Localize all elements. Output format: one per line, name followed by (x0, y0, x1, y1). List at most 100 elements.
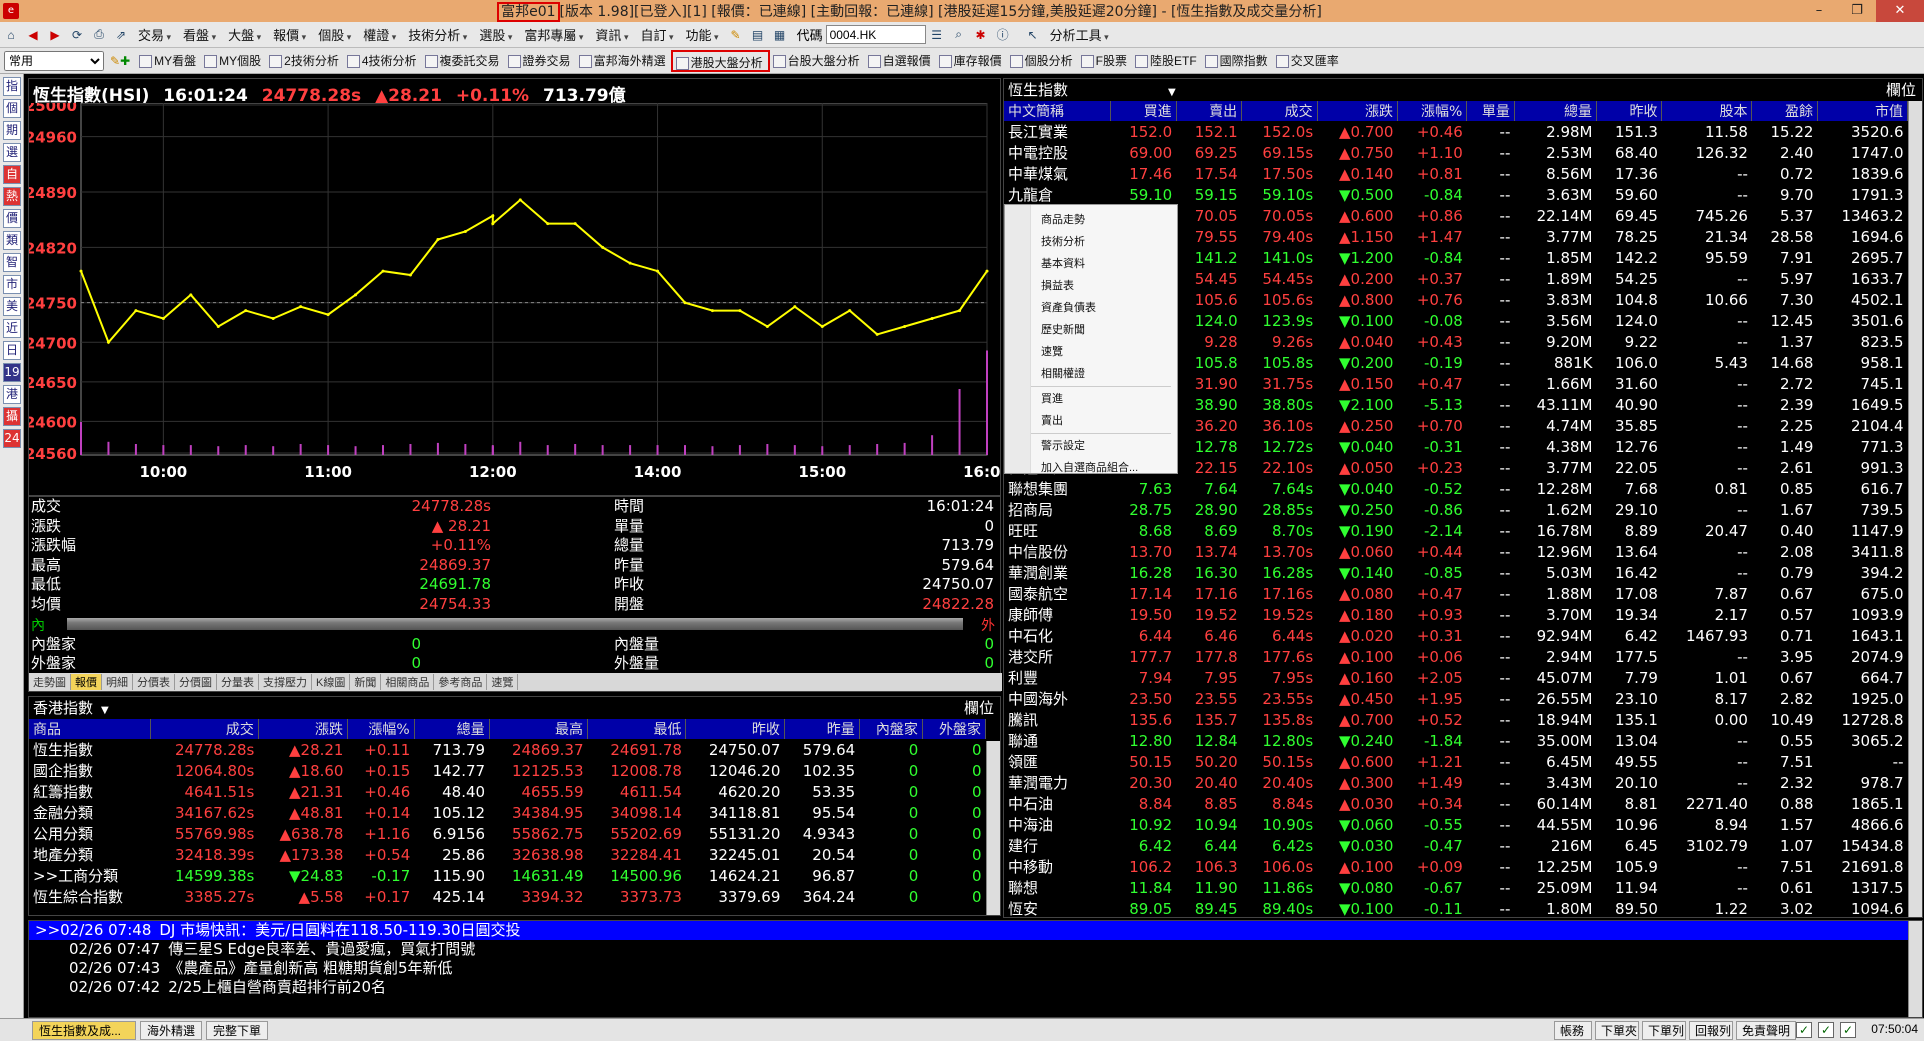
search-icon[interactable]: ⌕ (950, 26, 968, 44)
table-row[interactable]: 建行 6.42 6.44 6.42s ▼0.030 -0.47 -- 216M 6.45 3102… (1004, 835, 1908, 856)
table-row[interactable]: 恆安 89.05 89.45 89.40s ▼0.100 -0.11 -- 1.80M 89.5… (1004, 898, 1908, 919)
menu-item-6[interactable]: 技術分析 (402, 25, 473, 44)
table-row[interactable]: 長江實業 152.0 152.1 152.0s ▲0.700 +0.46 -- 2.98M 15… (1004, 121, 1908, 142)
menu-item-8[interactable]: 富邦專屬 (518, 25, 589, 44)
hsi-table-scrollbar[interactable] (1908, 101, 1922, 917)
menu-item-0[interactable]: 交易 (132, 25, 177, 44)
table-row[interactable]: 公用分類 55769.98s ▲638.78 +1.16 6.9156 55862.75 5… (29, 823, 986, 844)
column-header[interactable]: 最低 (587, 719, 687, 739)
left-nav-item-1[interactable]: 個 (3, 99, 21, 118)
print-icon[interactable]: ⎙ (90, 26, 108, 44)
menu-item-2[interactable]: 大盤 (222, 25, 267, 44)
status-button-0[interactable]: 帳務 (1554, 1021, 1592, 1040)
news-item[interactable]: 02/26 07:43 《農產品》產量創新高 粗糖期貨創5年新低 (29, 959, 1922, 978)
column-header[interactable]: 外盤家 (922, 719, 987, 739)
quick-button-8[interactable]: 台股大盤分析 (770, 50, 865, 72)
column-header[interactable]: 成交 (150, 719, 259, 739)
column-header[interactable]: 賣出 (1176, 101, 1243, 121)
table-row[interactable]: 中石油 8.84 8.85 8.84s ▲0.030 +0.34 -- 60.14M 8.81 2… (1004, 793, 1908, 814)
quote-icon[interactable]: ☰ (928, 26, 946, 44)
column-header[interactable]: 內盤家 (859, 719, 923, 739)
news-item[interactable]: >>02/26 07:48 DJ 市場快訊：美元/日圓料在118.50-119.3… (29, 921, 1922, 940)
table-row[interactable]: 國泰航空 17.14 17.16 17.16s ▲0.080 +0.47 -- 1.88M 17… (1004, 583, 1908, 604)
column-header[interactable]: 單量 (1466, 101, 1515, 121)
column-header[interactable]: 成交 (1241, 101, 1318, 121)
back-icon[interactable]: ◀ (24, 26, 42, 44)
dropdown-icon[interactable]: ▼ (1168, 87, 1176, 98)
news-item[interactable]: 02/26 07:47 傳三星S Edge良率差、貴過愛瘋，買氣打問號 (29, 940, 1922, 959)
status-button-1[interactable]: 下單夾 (1595, 1021, 1639, 1040)
quick-button-9[interactable]: 自選報價 (865, 50, 936, 72)
quick-button-13[interactable]: 陸股ETF (1132, 50, 1202, 72)
table-row[interactable]: 金融分類 34167.62s ▲48.81 +0.14 105.12 34384.95 34… (29, 802, 986, 823)
quick-button-10[interactable]: 庫存報價 (936, 50, 1007, 72)
table-row[interactable]: 招商局 28.75 28.90 28.85s ▼0.250 -0.86 -- 1.62M 29.… (1004, 499, 1908, 520)
maximize-button[interactable]: ❐ (1838, 0, 1876, 22)
quote-tab-10[interactable]: 參考商品 (434, 674, 488, 690)
column-header[interactable]: 昨量 (784, 719, 860, 739)
left-nav-item-7[interactable]: 類 (3, 231, 21, 250)
quick-button-1[interactable]: MY個股 (201, 50, 266, 72)
refresh-icon[interactable]: ⟳ (68, 26, 86, 44)
table-row[interactable]: >>工商分類 14599.38s ▼24.83 -0.17 115.90 14631.49… (29, 865, 986, 886)
menu-item-11[interactable]: 功能 (680, 25, 725, 44)
table-row[interactable]: 恆生綜合指數 3385.27s ▲5.58 +0.17 425.14 3394.32 337… (29, 886, 986, 907)
quick-button-0[interactable]: MY看盤 (136, 50, 201, 72)
news-item[interactable]: 02/26 07:42 2/25上櫃自營商賣超排行前20名 (29, 978, 1922, 997)
menu-item-10[interactable]: 自訂 (634, 25, 679, 44)
quick-button-11[interactable]: 個股分析 (1007, 50, 1078, 72)
column-header[interactable]: 漲幅% (1397, 101, 1468, 121)
table-row[interactable]: 旺旺 8.68 8.69 8.70s ▼0.190 -2.14 -- 16.78M 8.89 20… (1004, 520, 1908, 541)
table-row[interactable]: 中華煤氣 17.46 17.54 17.50s ▲0.140 +0.81 -- 8.56M 17… (1004, 163, 1908, 184)
left-nav-item-5[interactable]: 熱 (3, 187, 21, 206)
left-nav-item-6[interactable]: 價 (3, 209, 21, 228)
table-row[interactable]: 康師傅 19.50 19.52 19.52s ▲0.180 +0.93 -- 3.70M 19.… (1004, 604, 1908, 625)
quick-button-6[interactable]: 富邦海外精選 (576, 50, 671, 72)
table-row[interactable]: 騰訊 135.6 135.7 135.8s ▲0.700 +0.52 -- 18.94M 135… (1004, 709, 1908, 730)
hsi-table-title[interactable]: 恆生指數 (1004, 81, 1068, 99)
quote-tab-7[interactable]: K線圖 (312, 674, 351, 690)
column-header[interactable]: 中文簡稱 (1004, 101, 1112, 121)
table-row[interactable]: 聯通 12.80 12.84 12.80s ▼0.240 -1.84 -- 35.00M 13.… (1004, 730, 1908, 751)
column-header[interactable]: 最高 (489, 719, 589, 739)
bottom-tab-2[interactable]: 完整下單 (206, 1021, 268, 1040)
quote-tab-6[interactable]: 支撐壓力 (259, 674, 312, 690)
quick-button-15[interactable]: 交叉匯率 (1273, 50, 1344, 72)
table-row[interactable]: 中電控股 69.00 69.25 69.15s ▲0.750 +1.10 -- 2.53M 68… (1004, 142, 1908, 163)
left-nav-item-9[interactable]: 市 (3, 275, 21, 294)
info-icon[interactable]: ⓘ (994, 26, 1012, 44)
hk-index-scrollbar[interactable] (986, 741, 1000, 915)
table-row[interactable]: 九龍倉 59.10 59.15 59.10s ▼0.500 -0.84 -- 3.63M 59.… (1004, 184, 1908, 205)
status-button-3[interactable]: 回報列 (1689, 1021, 1733, 1040)
bottom-tab-0[interactable]: 恆生指數及成... (32, 1021, 136, 1040)
column-header[interactable]: 漲幅% (347, 719, 415, 739)
quick-button-5[interactable]: 證券交易 (505, 50, 576, 72)
export-icon[interactable]: ⇗ (112, 26, 130, 44)
quote-tab-3[interactable]: 分價表 (133, 674, 175, 690)
table-row[interactable]: 聯想集團 7.63 7.64 7.64s ▼0.040 -0.52 -- 12.28M 7.68… (1004, 478, 1908, 499)
quote-tab-8[interactable]: 新聞 (350, 674, 382, 690)
status-check-icon[interactable]: ✓ (1840, 1022, 1856, 1038)
add-icon[interactable]: ✚ (120, 54, 130, 68)
cursor-icon[interactable]: ↖ (1024, 26, 1042, 44)
table-row[interactable]: 華潤電力 20.30 20.40 20.40s ▲0.300 +1.49 -- 3.43M 20… (1004, 772, 1908, 793)
hk-index-columns-button[interactable]: 欄位 (964, 697, 994, 719)
layout-select[interactable]: 常用 (4, 50, 104, 71)
table-row[interactable]: 領匯 50.15 50.20 50.15s ▲0.600 +1.21 -- 6.45M 49.5… (1004, 751, 1908, 772)
column-header[interactable]: 漲跌 (1317, 101, 1398, 121)
forward-icon[interactable]: ▶ (46, 26, 64, 44)
quote-tab-9[interactable]: 相關商品 (381, 674, 435, 690)
intraday-chart[interactable]: 24560 24600 24650 24700 24750 24820 24890 24960… (29, 103, 1000, 495)
hsi-columns-button[interactable]: 欄位 (1886, 79, 1916, 101)
quick-button-12[interactable]: F股票 (1078, 50, 1132, 72)
left-nav-item-2[interactable]: 期 (3, 121, 21, 140)
table-row[interactable]: 恆生指數 24778.28s ▲28.21 +0.11 713.79 24869.37 24… (29, 739, 986, 760)
close-button[interactable]: ✕ (1876, 0, 1924, 22)
left-nav-item-11[interactable]: 近 (3, 319, 21, 338)
menu-item-3[interactable]: 報價 (267, 25, 312, 44)
table-row[interactable]: 華潤創業 16.28 16.30 16.28s ▼0.140 -0.85 -- 5.03M 16… (1004, 562, 1908, 583)
quick-button-7[interactable]: 港股大盤分析 (670, 49, 770, 72)
left-nav-item-15[interactable]: 攝 (3, 407, 21, 426)
news-scrollbar[interactable] (1908, 921, 1922, 1017)
table-row[interactable]: 利豐 7.94 7.95 7.95s ▲0.160 +2.05 -- 45.07M 7.79 1.… (1004, 667, 1908, 688)
